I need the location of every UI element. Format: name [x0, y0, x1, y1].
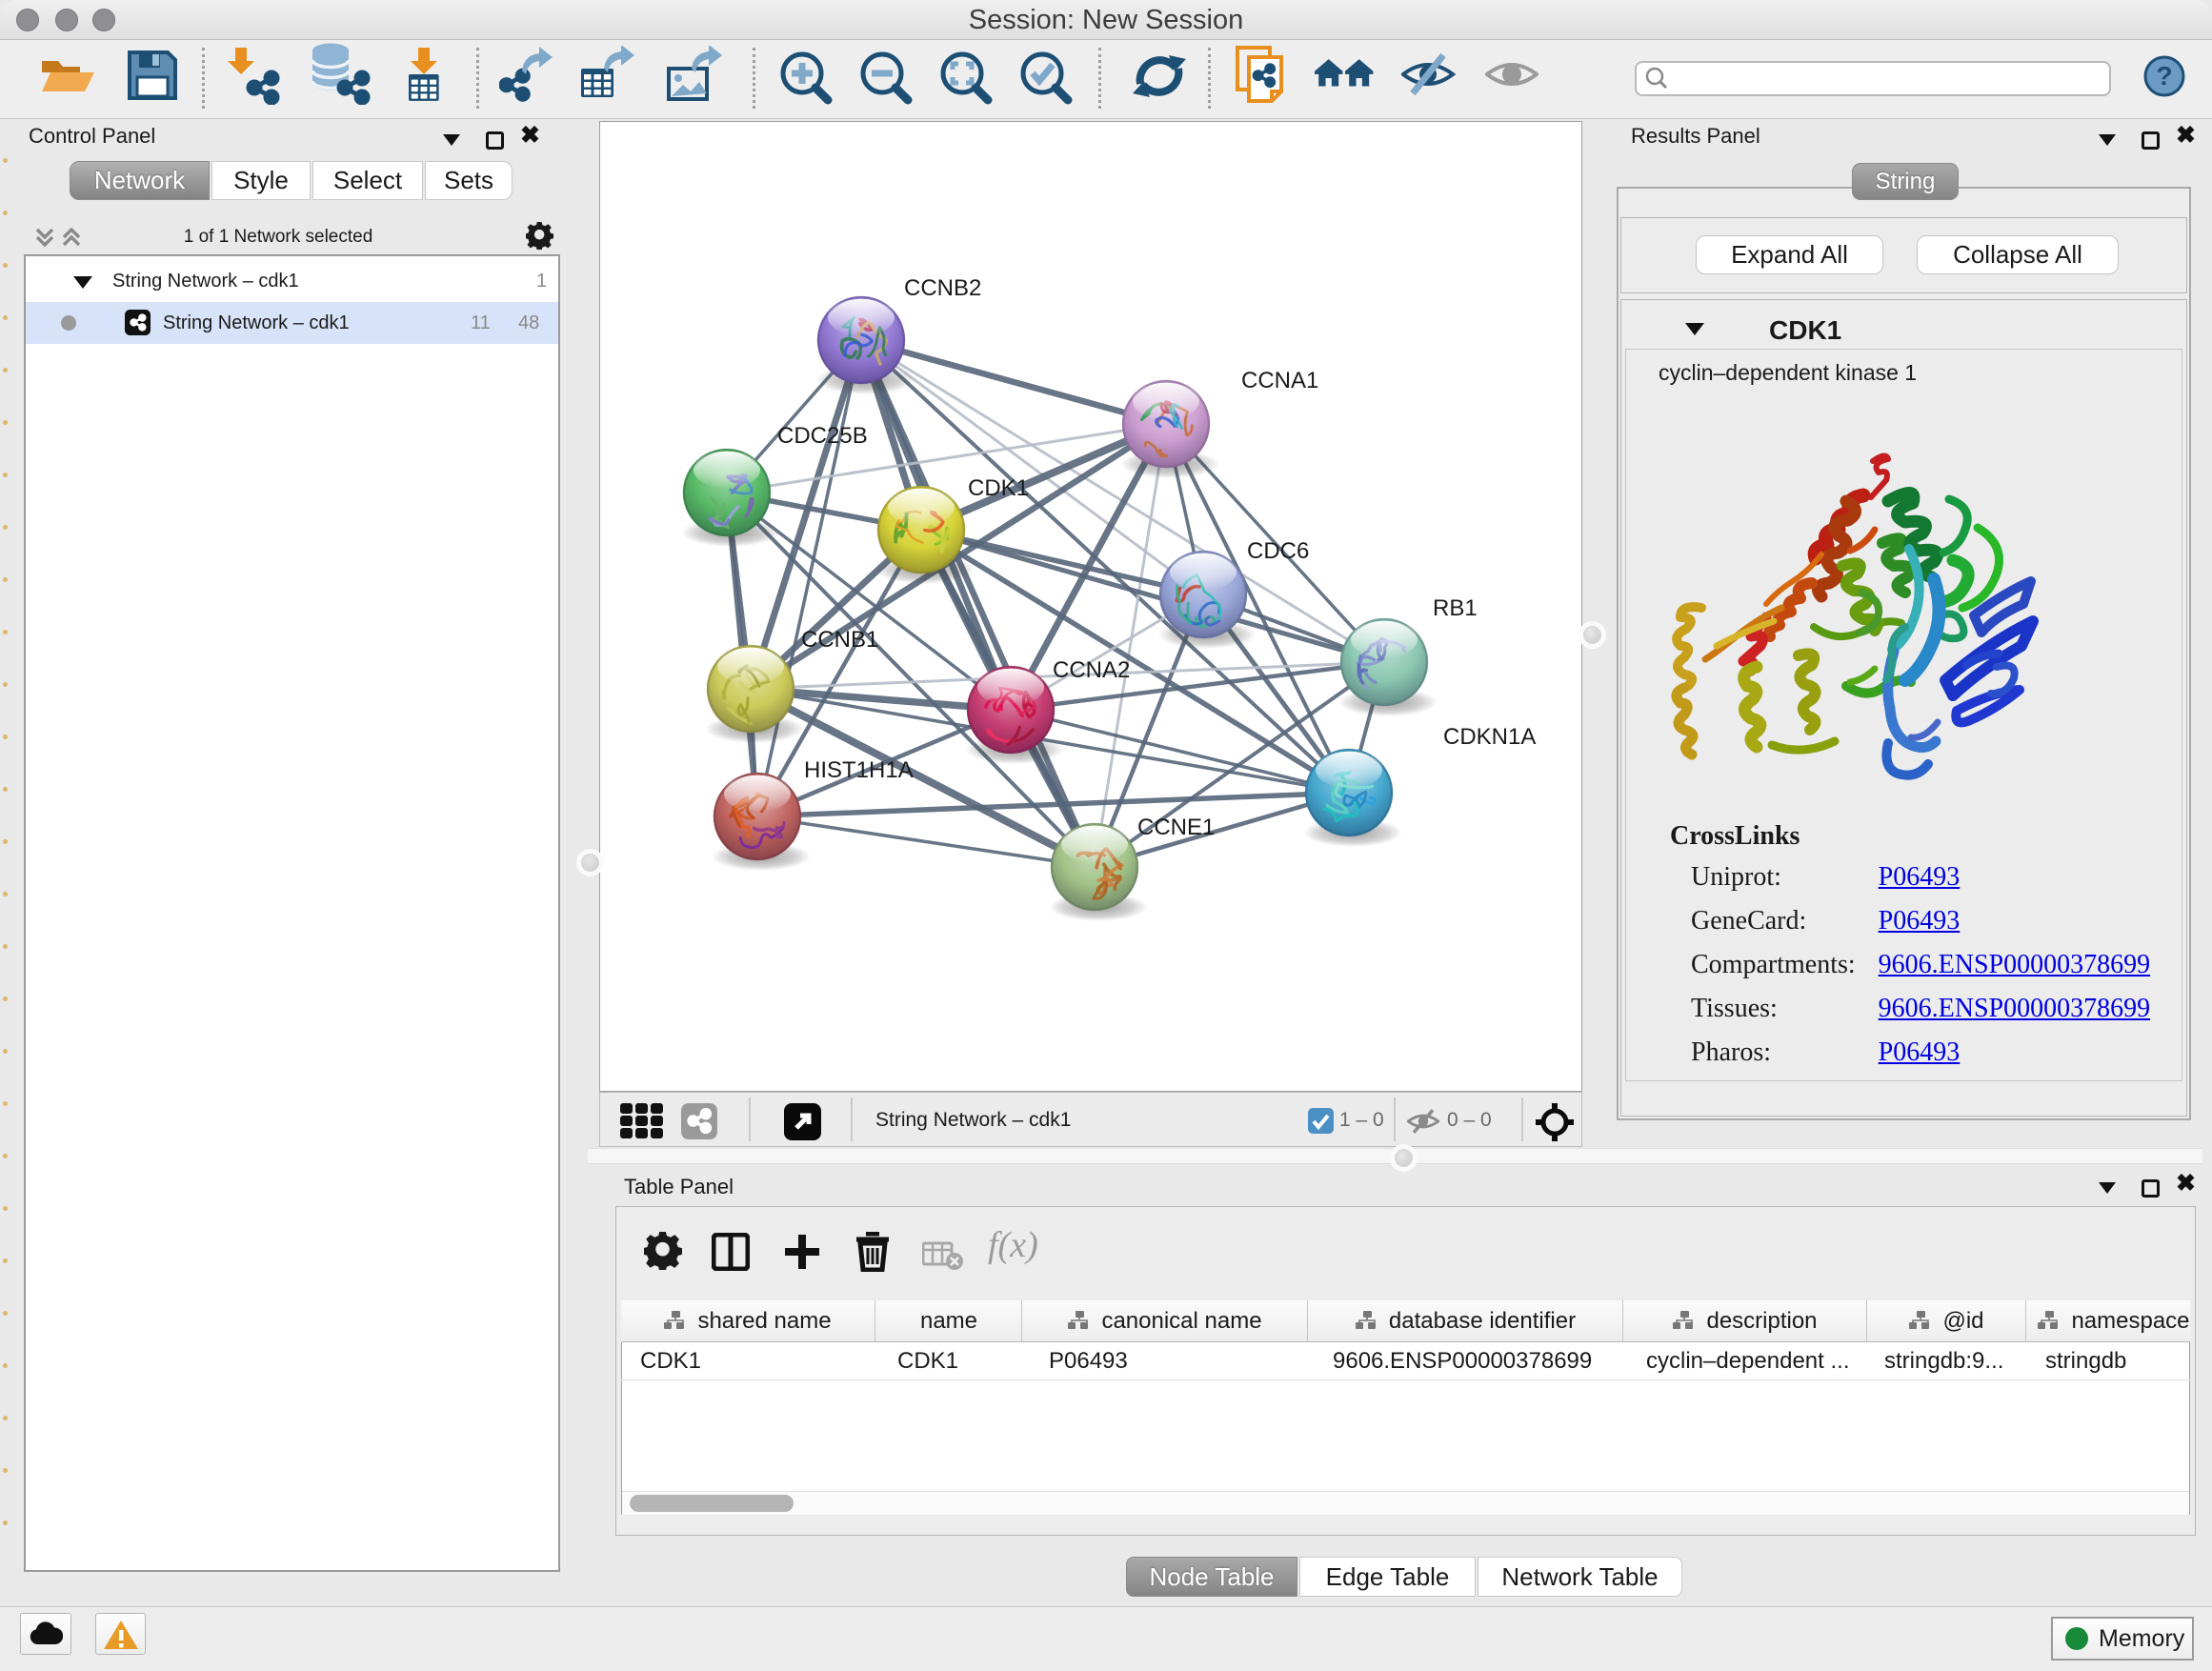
svg-text:CCNA1: CCNA1 [1241, 368, 1318, 393]
svg-text:CCNB1: CCNB1 [801, 627, 878, 653]
svg-text:HIST1H1A: HIST1H1A [804, 757, 914, 783]
svg-text:CDKN1A: CDKN1A [1443, 724, 1536, 750]
svg-text:CDK1: CDK1 [968, 475, 1029, 501]
svg-text:CDC25B: CDC25B [777, 423, 868, 449]
svg-text:CDC6: CDC6 [1247, 538, 1309, 564]
svg-text:RB1: RB1 [1433, 595, 1478, 621]
svg-text:CCNB2: CCNB2 [904, 275, 981, 301]
svg-text:CCNE1: CCNE1 [1137, 815, 1215, 840]
svg-text:CCNA2: CCNA2 [1053, 657, 1130, 683]
svg-text:?: ? [2156, 61, 2172, 91]
